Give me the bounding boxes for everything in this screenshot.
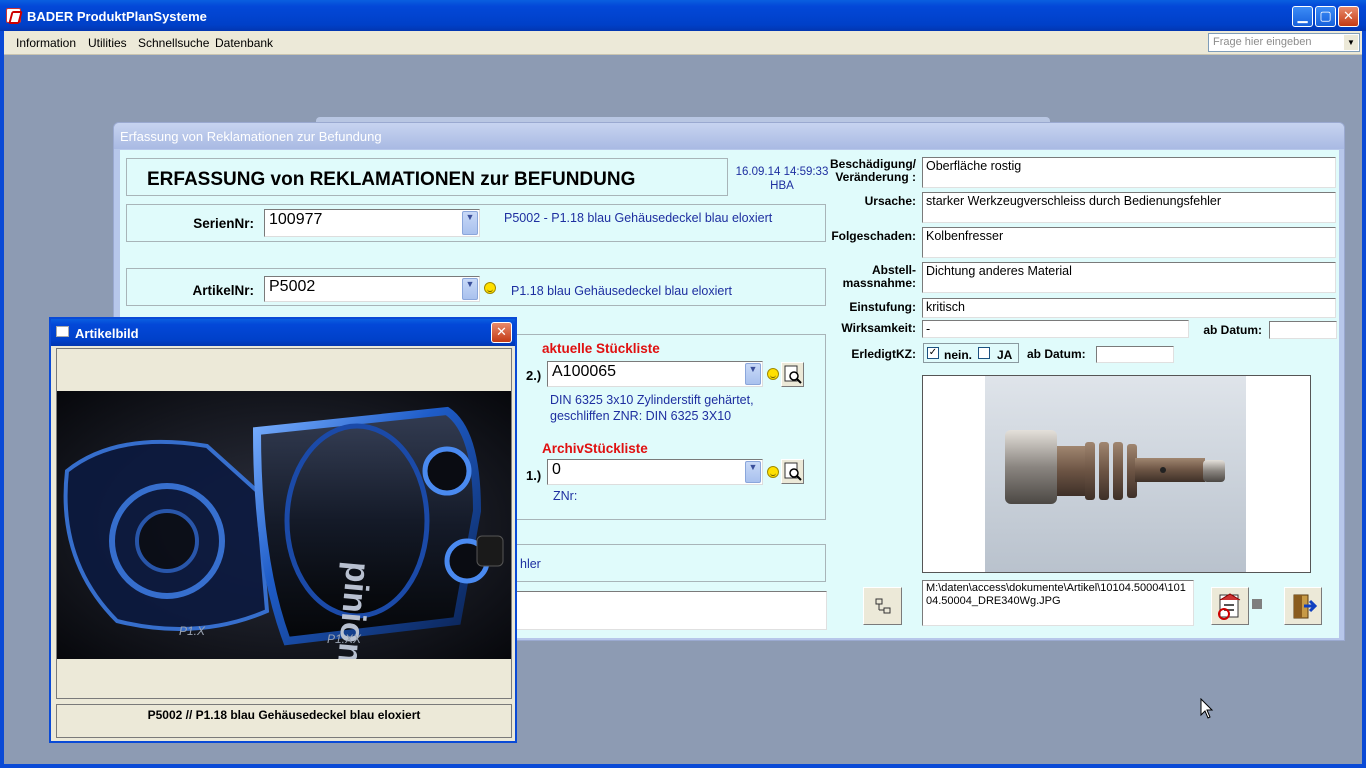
artikelbild-titlebar[interactable]: Artikelbild ✕: [51, 319, 515, 346]
aktuelle-stueckliste-value: A100065: [552, 363, 617, 380]
document-search-icon: [784, 365, 802, 384]
serien-combo[interactable]: 100977 ▼: [264, 209, 480, 237]
current-num: 2.): [526, 368, 542, 383]
menu-schnellsuche[interactable]: Schnellsuche: [138, 36, 209, 50]
article-photo: [985, 376, 1246, 572]
aktuelle-stueckliste-combo[interactable]: A100065 ▼: [547, 361, 763, 387]
serien-value: 100977: [269, 211, 323, 228]
document-search-icon: [784, 462, 802, 481]
archiv-stueckliste-label: ArchivStückliste: [542, 441, 648, 456]
chevron-down-icon[interactable]: ▼: [1344, 35, 1358, 50]
close-button[interactable]: ✕: [1338, 6, 1359, 27]
user-value: HBA: [770, 180, 794, 192]
hierarchy-icon: [875, 598, 891, 614]
artikel-label: ArtikelNr:: [192, 283, 254, 298]
preview-button[interactable]: [781, 362, 804, 387]
app-title: BADER ProduktPlanSysteme: [27, 9, 207, 24]
exit-door-icon: [1293, 594, 1318, 619]
artikel-value: P5002: [269, 278, 316, 295]
form-title[interactable]: Erfassung von Reklamationen zur Befundun…: [114, 123, 1344, 149]
timestamp: 16.09.14 14:59:33 HBA: [732, 165, 832, 193]
window-border-bottom: [0, 764, 1366, 768]
mouse-cursor-icon: [1200, 698, 1214, 719]
form-icon: [56, 326, 69, 337]
folgeschaden-label: Folgeschaden:: [831, 229, 916, 243]
artikelbild-caption: P5002 // P1.18 blau Gehäusedeckel blau e…: [56, 704, 512, 738]
help-question-placeholder: Frage hier eingeben: [1213, 36, 1312, 48]
erledigt-label: ErledigtKZ:: [851, 347, 916, 361]
menu-utilities[interactable]: Utilities: [88, 36, 127, 50]
maximize-button[interactable]: ▢: [1315, 6, 1336, 27]
partial-text: hler: [520, 557, 541, 571]
ja-checkbox[interactable]: [978, 347, 990, 359]
exit-button[interactable]: [1284, 587, 1322, 625]
archiv-preview-button[interactable]: [781, 459, 804, 484]
menu-bar: Information Utilities Schnellsuche Daten…: [0, 31, 1366, 55]
smiley-icon[interactable]: [484, 282, 496, 294]
archiv-stueckliste-value: 0: [552, 461, 561, 478]
ursache-field[interactable]: starker Werkzeugverschleiss durch Bedien…: [922, 192, 1336, 223]
artikelbild-image-frame: pinion P1.X P1.XX: [56, 348, 512, 699]
nein-checkbox[interactable]: ✓: [927, 347, 939, 359]
abstell-label: Abstell- massnahme:: [820, 264, 916, 290]
ab-datum-field[interactable]: [1269, 321, 1337, 339]
page-title: ERFASSUNG von REKLAMATIONEN zur BEFUNDUN…: [147, 169, 636, 190]
current-description: DIN 6325 3x10 Zylinderstift gehärtet, ge…: [550, 392, 754, 424]
ab-datum2-label: ab Datum:: [1027, 347, 1086, 361]
nein-label: nein.: [944, 348, 973, 362]
ab-datum2-field[interactable]: [1096, 346, 1174, 363]
serien-description: P5002 - P1.18 blau Gehäusedeckel blau el…: [504, 211, 773, 225]
timestamp-value: 16.09.14 14:59:33: [735, 166, 829, 178]
chevron-down-icon[interactable]: ▼: [745, 363, 761, 385]
report-button[interactable]: [1211, 587, 1249, 625]
artikel-combo[interactable]: P5002 ▼: [264, 276, 480, 302]
chevron-down-icon[interactable]: ▼: [745, 461, 761, 483]
archiv-num: 1.): [526, 468, 542, 483]
article-photo-frame: [922, 375, 1311, 573]
main-titlebar[interactable]: BADER ProduktPlanSysteme ▁ ▢ ✕: [0, 0, 1366, 31]
flag-icon: [1252, 599, 1262, 609]
ab-datum-label: ab Datum:: [1203, 323, 1262, 337]
ja-label: JA: [997, 348, 1013, 362]
chevron-down-icon[interactable]: ▼: [462, 278, 478, 300]
einstufung-field[interactable]: kritisch: [922, 298, 1336, 318]
wirksamkeit-label: Wirksamkeit:: [841, 321, 916, 335]
archiv-stueckliste-combo[interactable]: 0 ▼: [547, 459, 763, 485]
beschaedigung-label: Beschädigung/ Veränderung :: [820, 158, 916, 184]
beschaedigung-label-line2: Veränderung :: [835, 170, 916, 184]
erledigt-group: ✓ nein. JA: [923, 343, 1019, 363]
artikelbild-dialog: Artikelbild ✕ pinion P1.X P1.XX P5002 //…: [49, 317, 517, 743]
folgeschaden-field[interactable]: Kolbenfresser: [922, 227, 1336, 258]
menu-datenbank[interactable]: Datenbank: [215, 36, 273, 50]
einstufung-label: Einstufung:: [849, 300, 916, 314]
help-question-input[interactable]: Frage hier eingeben ▼: [1208, 33, 1360, 52]
popup-close-button[interactable]: ✕: [491, 322, 512, 343]
structure-button[interactable]: [863, 587, 902, 625]
ursache-label: Ursache:: [864, 194, 916, 208]
aktuelle-stueckliste-label: aktuelle Stückliste: [542, 341, 660, 356]
minimize-button[interactable]: ▁: [1292, 6, 1313, 27]
image-label-p1xx: P1.XX: [327, 632, 362, 646]
wirksamkeit-field[interactable]: -: [922, 320, 1189, 338]
abstell-label-line2: massnahme:: [842, 276, 916, 290]
smiley-icon[interactable]: [767, 466, 779, 478]
beschaedigung-field[interactable]: Oberfläche rostig: [922, 157, 1336, 188]
image-path-field[interactable]: M:\daten\access\dokumente\Artikel\10104.…: [922, 580, 1194, 626]
archiv-znr: ZNr:: [553, 489, 578, 503]
document-report-icon: [1218, 593, 1241, 620]
artikel-description: P1.18 blau Gehäusedeckel blau eloxiert: [511, 284, 732, 298]
serien-label: SerienNr:: [193, 216, 254, 231]
window-border-right: [1362, 31, 1366, 768]
artikelbild-image: pinion P1.X P1.XX: [57, 391, 511, 659]
smiley-icon[interactable]: [767, 368, 779, 380]
abstell-field[interactable]: Dichtung anderes Material: [922, 262, 1336, 293]
menu-information[interactable]: Information: [16, 36, 76, 50]
artikelbild-title: Artikelbild: [75, 326, 139, 341]
app-icon[interactable]: [6, 8, 21, 23]
current-desc-line1: DIN 6325 3x10 Zylinderstift gehärtet,: [550, 393, 754, 407]
current-desc-line2: geschliffen ZNR: DIN 6325 3X10: [550, 409, 732, 423]
heading-box: ERFASSUNG von REKLAMATIONEN zur BEFUNDUN…: [126, 158, 728, 196]
image-label-p1x: P1.X: [179, 624, 206, 638]
chevron-down-icon[interactable]: ▼: [462, 211, 478, 235]
